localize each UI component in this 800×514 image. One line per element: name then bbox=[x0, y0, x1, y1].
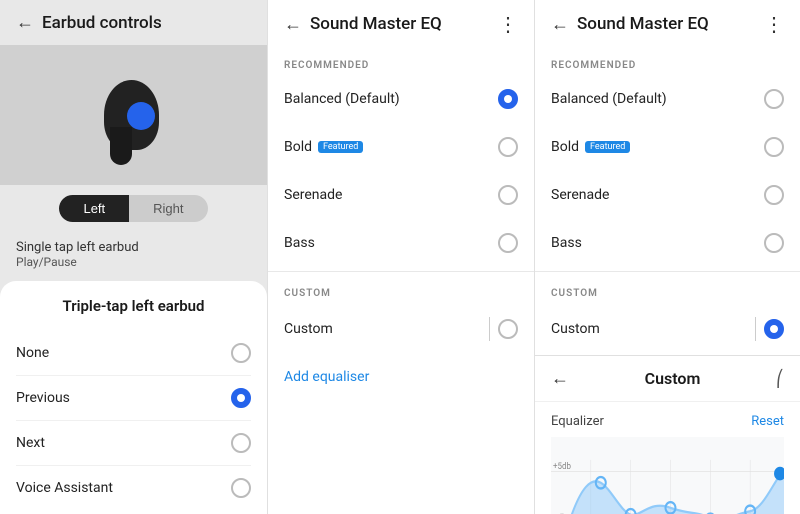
add-equaliser-button[interactable]: Add equaliser bbox=[268, 355, 534, 399]
p3-custom-section-label: CUSTOM bbox=[535, 276, 800, 303]
reset-button[interactable]: Reset bbox=[751, 414, 784, 429]
eq-bold-option[interactable]: Bold Featured bbox=[268, 123, 534, 171]
option-voice-label: Voice Assistant bbox=[16, 480, 113, 496]
panel2-menu-button[interactable]: ⋮ bbox=[498, 12, 518, 36]
panel1-title: Earbud controls bbox=[42, 13, 251, 33]
option-none-radio[interactable] bbox=[231, 343, 251, 363]
single-tap-sub: Play/Pause bbox=[16, 255, 251, 269]
p3-custom-option-row[interactable]: Custom bbox=[535, 303, 800, 355]
option-previous-label: Previous bbox=[16, 390, 70, 406]
eq-balanced-radio[interactable] bbox=[498, 89, 518, 109]
eq-bass-radio[interactable] bbox=[498, 233, 518, 253]
p3-bass-option[interactable]: Bass bbox=[535, 219, 800, 267]
p3-serenade-label: Serenade bbox=[551, 187, 609, 203]
option-next[interactable]: Next bbox=[16, 421, 251, 466]
sound-master-eq-panel2: ← Sound Master EQ ⋮ RECOMMENDED Balanced… bbox=[534, 0, 800, 514]
left-toggle-button[interactable]: Left bbox=[59, 195, 129, 222]
equalizer-row-header: Equalizer Reset bbox=[551, 414, 784, 429]
option-none[interactable]: None bbox=[16, 331, 251, 376]
earbud-controls-panel: ← Earbud controls Left Right Single tap … bbox=[0, 0, 267, 514]
sound-master-eq-panel: ← Sound Master EQ ⋮ RECOMMENDED Balanced… bbox=[267, 0, 534, 514]
panel3-recommended-label: RECOMMENDED bbox=[535, 48, 800, 75]
panel2-header: ← Sound Master EQ ⋮ bbox=[268, 0, 534, 48]
p3-bass-radio[interactable] bbox=[764, 233, 784, 253]
panel1-back-button[interactable]: ← bbox=[16, 12, 34, 33]
p3-custom-radio[interactable] bbox=[764, 319, 784, 339]
single-tap-section: Single tap left earbud Play/Pause bbox=[0, 232, 267, 277]
option-previous-radio[interactable] bbox=[231, 388, 251, 408]
custom-divider bbox=[489, 317, 490, 341]
equalizer-sub-header: ← Custom ⎛ bbox=[535, 356, 800, 402]
p3-serenade-option[interactable]: Serenade bbox=[535, 171, 800, 219]
eq-chart-svg: +5db 0db -5db bbox=[551, 437, 784, 514]
eq-bass-option[interactable]: Bass bbox=[268, 219, 534, 267]
option-next-label: Next bbox=[16, 435, 45, 451]
equalizer-chart: +5db 0db -5db bbox=[551, 437, 784, 514]
eq-bold-label: Bold Featured bbox=[284, 139, 363, 155]
panel3-back-button[interactable]: ← bbox=[551, 14, 569, 35]
p3-balanced-label: Balanced (Default) bbox=[551, 91, 667, 107]
equalizer-title: Custom bbox=[569, 369, 776, 388]
p3-serenade-radio[interactable] bbox=[764, 185, 784, 205]
eq-serenade-radio[interactable] bbox=[498, 185, 518, 205]
p3-bold-option[interactable]: Bold Featured bbox=[535, 123, 800, 171]
option-next-radio[interactable] bbox=[231, 433, 251, 453]
left-right-toggle: Left Right bbox=[0, 185, 267, 232]
triple-tap-title: Triple-tap left earbud bbox=[16, 297, 251, 315]
single-tap-label: Single tap left earbud bbox=[16, 240, 251, 255]
panel3-title: Sound Master EQ bbox=[577, 14, 756, 34]
panel2-title: Sound Master EQ bbox=[310, 14, 490, 34]
p3-custom-label: Custom bbox=[551, 321, 600, 337]
panel3-menu-button[interactable]: ⋮ bbox=[764, 12, 784, 36]
eq-serenade-label: Serenade bbox=[284, 187, 342, 203]
svg-text:+5db: +5db bbox=[553, 462, 571, 473]
divider-1 bbox=[268, 271, 534, 272]
p3-bold-radio[interactable] bbox=[764, 137, 784, 157]
right-toggle-button[interactable]: Right bbox=[129, 195, 207, 222]
eq-balanced-option[interactable]: Balanced (Default) bbox=[268, 75, 534, 123]
option-voice-radio[interactable] bbox=[231, 478, 251, 498]
p3-custom-divider bbox=[755, 317, 756, 341]
earbud-circle-shape bbox=[127, 102, 155, 130]
p3-bass-label: Bass bbox=[551, 235, 582, 251]
eq-sub-back-button[interactable]: ← bbox=[551, 368, 569, 389]
p3-featured-badge: Featured bbox=[585, 141, 630, 153]
equalizer-label: Equalizer bbox=[551, 414, 604, 429]
earbud-stem-shape bbox=[110, 127, 132, 165]
option-previous[interactable]: Previous bbox=[16, 376, 251, 421]
edit-icon[interactable]: ⎛ bbox=[776, 369, 784, 388]
p3-balanced-option[interactable]: Balanced (Default) bbox=[535, 75, 800, 123]
earbud-visual bbox=[0, 45, 267, 185]
custom-radio[interactable] bbox=[498, 319, 518, 339]
eq-bass-label: Bass bbox=[284, 235, 315, 251]
recommended-label: RECOMMENDED bbox=[268, 48, 534, 75]
p3-bold-label: Bold Featured bbox=[551, 139, 630, 155]
equalizer-section: Equalizer Reset +5db 0db -5db bbox=[535, 402, 800, 514]
panel2-back-button[interactable]: ← bbox=[284, 14, 302, 35]
eq-balanced-label: Balanced (Default) bbox=[284, 91, 400, 107]
custom-option-label: Custom bbox=[284, 321, 333, 337]
p3-divider bbox=[535, 271, 800, 272]
featured-badge: Featured bbox=[318, 141, 363, 153]
triple-tap-card: Triple-tap left earbud None Previous Nex… bbox=[0, 281, 267, 514]
option-voice-assistant[interactable]: Voice Assistant bbox=[16, 466, 251, 510]
panel3-header: ← Sound Master EQ ⋮ bbox=[535, 0, 800, 48]
option-none-label: None bbox=[16, 345, 49, 361]
p3-balanced-radio[interactable] bbox=[764, 89, 784, 109]
eq-bold-radio[interactable] bbox=[498, 137, 518, 157]
earbud-image bbox=[94, 65, 174, 165]
eq-serenade-option[interactable]: Serenade bbox=[268, 171, 534, 219]
panel1-header: ← Earbud controls bbox=[0, 0, 267, 45]
custom-option-row[interactable]: Custom bbox=[268, 303, 534, 355]
custom-equalizer-panel: ← Custom ⎛ Equalizer Reset bbox=[535, 355, 800, 514]
custom-section-label: CUSTOM bbox=[268, 276, 534, 303]
